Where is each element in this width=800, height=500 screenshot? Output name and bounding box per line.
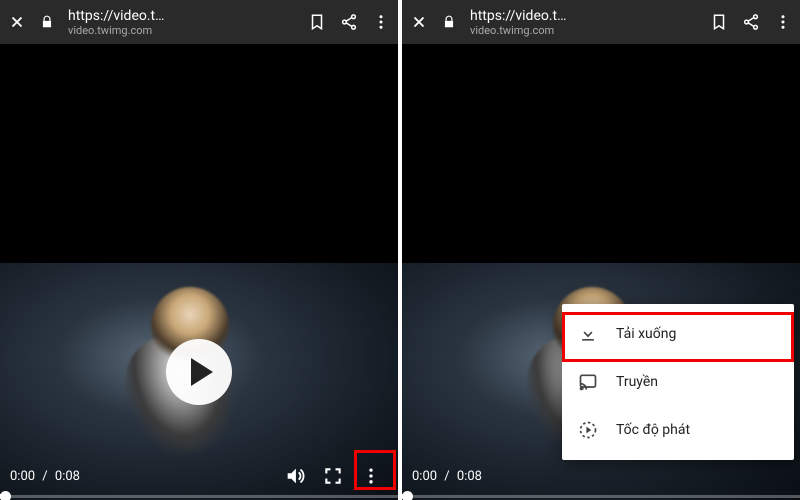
time-total: 0:08 (55, 469, 80, 484)
play-button[interactable] (166, 339, 232, 405)
menu-item-label: Tốc độ phát (616, 422, 690, 438)
lock-icon (40, 15, 54, 29)
play-icon (191, 358, 213, 386)
progress-thumb[interactable] (0, 491, 11, 500)
address-bar: https://video.t… video.twimg.com (402, 0, 800, 44)
time-current: 0:00 (412, 469, 437, 484)
url-host: video.twimg.com (470, 24, 696, 37)
url-block[interactable]: https://video.t… video.twimg.com (470, 8, 696, 37)
url-text: https://video.t… (68, 8, 294, 24)
bookmark-icon[interactable] (308, 13, 326, 31)
url-block[interactable]: https://video.t… video.twimg.com (68, 8, 294, 37)
video-area[interactable]: 0:00 / 0:08 Tải xuống Truyền Tốc độ phát (402, 44, 800, 500)
right-screenshot: https://video.t… video.twimg.com 0:00 / … (402, 0, 800, 500)
url-text: https://video.t… (470, 8, 696, 24)
progress-bar[interactable] (0, 495, 398, 498)
close-icon[interactable] (8, 13, 26, 31)
bookmark-icon[interactable] (710, 13, 728, 31)
highlight-more-button (354, 450, 396, 490)
video-area[interactable]: 0:00 / 0:08 (0, 44, 398, 500)
address-bar: https://video.t… video.twimg.com (0, 0, 398, 44)
volume-icon[interactable] (278, 459, 312, 493)
more-vert-icon[interactable] (774, 13, 792, 31)
url-host: video.twimg.com (68, 24, 294, 37)
time-total: 0:08 (457, 469, 482, 484)
more-vert-icon[interactable] (372, 13, 390, 31)
player-controls: 0:00 / 0:08 (0, 452, 398, 500)
menu-item-cast[interactable]: Truyền (562, 358, 794, 406)
close-icon[interactable] (410, 13, 428, 31)
share-icon[interactable] (742, 13, 760, 31)
fullscreen-icon[interactable] (316, 459, 350, 493)
progress-bar[interactable] (402, 495, 800, 498)
highlight-download-item (562, 312, 794, 362)
menu-item-label: Truyền (616, 374, 658, 390)
speed-icon (578, 420, 598, 440)
menu-item-speed[interactable]: Tốc độ phát (562, 406, 794, 454)
lock-icon (442, 15, 456, 29)
progress-thumb[interactable] (402, 491, 413, 500)
time-sep: / (39, 469, 51, 484)
left-screenshot: https://video.t… video.twimg.com 0:00 / … (0, 0, 398, 500)
time-sep: / (441, 469, 453, 484)
time-current: 0:00 (10, 469, 35, 484)
cast-icon (578, 372, 598, 392)
share-icon[interactable] (340, 13, 358, 31)
